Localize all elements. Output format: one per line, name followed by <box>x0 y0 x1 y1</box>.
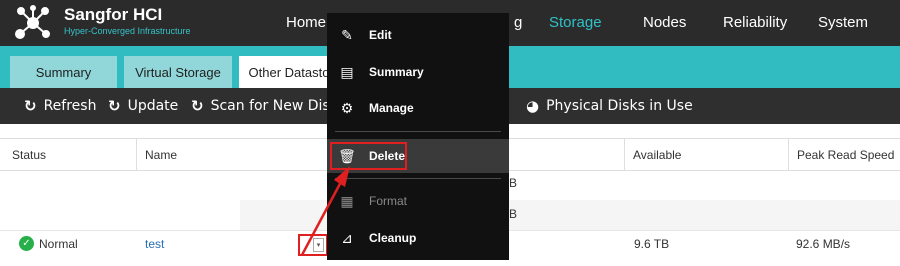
nav-partial[interactable]: g <box>514 14 522 31</box>
refresh-label: Refresh <box>43 98 97 114</box>
nav-reliability[interactable]: Reliability <box>723 14 787 31</box>
menu-item-summary[interactable]: ▤ Summary <box>327 55 509 89</box>
nav-home[interactable]: Home <box>286 14 326 31</box>
chevron-down-icon: ▾ <box>313 238 324 252</box>
menu-summary-label: Summary <box>369 65 424 79</box>
available-value: 9.6 TB <box>634 237 670 251</box>
status-text: Normal <box>39 237 78 251</box>
scan-disks-button[interactable]: ↻ Scan for New Disks <box>191 88 345 124</box>
menu-divider <box>335 178 501 179</box>
physical-disks-button[interactable]: ◕ Physical Disks in Use <box>526 88 693 124</box>
nav-storage[interactable]: Storage <box>549 14 602 31</box>
menu-divider <box>335 131 501 132</box>
brand: Sangfor HCI Hyper-Converged Infrastructu… <box>64 5 191 37</box>
update-label: Update <box>127 98 179 114</box>
summary-icon: ▤ <box>340 63 354 80</box>
menu-cleanup-label: Cleanup <box>369 231 417 245</box>
nav-nodes[interactable]: Nodes <box>643 14 686 31</box>
update-button[interactable]: ↻ Update <box>108 88 178 124</box>
grid-icon: ▦ <box>340 192 354 209</box>
menu-item-format[interactable]: ▦ Format <box>327 184 509 218</box>
menu-item-manage[interactable]: ⚙ Manage <box>327 91 509 125</box>
partial-capacity-2: B <box>509 207 518 221</box>
scan-label: Scan for New Disks <box>210 98 346 114</box>
broom-icon: ⊿ <box>341 229 353 246</box>
pie-chart-icon: ◕ <box>526 97 540 115</box>
tab-other-datastores[interactable]: Other Datasto <box>239 56 339 88</box>
sangfor-logo-icon <box>15 5 50 39</box>
col-available[interactable]: Available <box>624 139 784 170</box>
menu-item-cleanup[interactable]: ⊿ Cleanup <box>327 221 509 255</box>
menu-manage-label: Manage <box>369 101 414 115</box>
tab-summary[interactable]: Summary <box>10 56 117 88</box>
gear-icon: ⚙ <box>340 99 354 116</box>
row-actions-menu: ✎ Edit ▤ Summary ⚙ Manage 🗑 Delete ▦ For… <box>327 13 509 260</box>
partial-capacity-1: B <box>509 176 518 190</box>
brand-subtitle: Hyper-Converged Infrastructure <box>64 26 191 36</box>
refresh-icon: ↻ <box>24 97 37 115</box>
col-name[interactable]: Name <box>136 139 336 170</box>
row-actions-dropdown[interactable]: ▾ <box>298 234 328 256</box>
update-icon: ↻ <box>108 97 121 115</box>
scan-icon: ↻ <box>191 97 204 115</box>
menu-item-edit[interactable]: ✎ Edit <box>327 18 509 52</box>
nav-system[interactable]: System <box>818 14 868 31</box>
status-ok-icon: ✓ <box>19 236 34 251</box>
datastore-name-link[interactable]: test <box>145 237 164 251</box>
menu-edit-label: Edit <box>369 28 392 42</box>
physical-disks-label: Physical Disks in Use <box>546 98 693 114</box>
peak-read-value: 92.6 MB/s <box>796 237 851 251</box>
tab-virtual-storage[interactable]: Virtual Storage <box>124 56 232 88</box>
brand-name: Sangfor HCI <box>64 5 163 24</box>
col-peak-read[interactable]: Peak Read Speed <box>788 139 900 170</box>
refresh-button[interactable]: ↻ Refresh <box>24 88 96 124</box>
delete-highlight-box <box>330 142 407 170</box>
edit-icon: ✎ <box>341 26 353 43</box>
menu-format-label: Format <box>369 194 408 208</box>
col-status[interactable]: Status <box>12 139 46 170</box>
